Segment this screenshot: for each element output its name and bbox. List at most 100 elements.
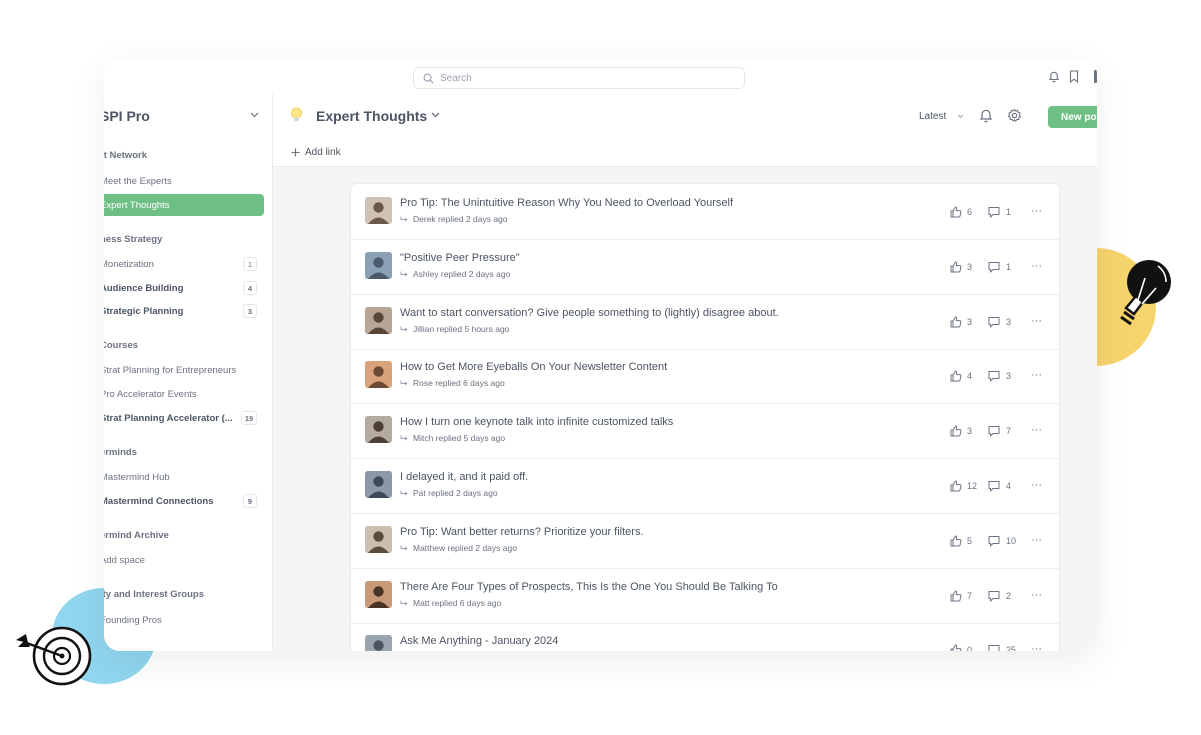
bell-icon[interactable] (979, 108, 993, 123)
sidebar-section-title[interactable]: ermind Archive (104, 530, 169, 541)
sidebar-section-title[interactable]: Courses (104, 340, 138, 351)
sidebar-item-founding-pros[interactable]: Founding Pros (104, 609, 263, 631)
comment-button[interactable]: 7 (988, 425, 1011, 437)
post-row[interactable]: There Are Four Types of Prospects, This … (351, 568, 1059, 624)
sidebar-item-monetization[interactable]: Monetization 1 (104, 253, 263, 275)
comment-count: 4 (1006, 481, 1012, 491)
avatar[interactable] (365, 361, 392, 389)
avatar[interactable] (365, 306, 392, 334)
like-button[interactable]: 3 (950, 425, 972, 437)
post-row[interactable]: How to Get More Eyeballs On Your Newslet… (351, 348, 1059, 405)
more-options-icon[interactable]: ··· (1031, 589, 1042, 601)
post-row[interactable]: Pro Tip: Want better returns? Prioritize… (351, 513, 1059, 569)
sidebar-item-mastermind-connections[interactable]: Mastermind Connections 9 (104, 490, 263, 512)
sidebar-item-audience-building[interactable]: Audience Building 4 (104, 277, 263, 299)
post-title[interactable]: "Positive Peer Pressure" (400, 252, 520, 264)
sidebar-section-title[interactable]: ness Strategy (104, 234, 162, 245)
thumbs-up-icon (950, 316, 962, 328)
post-reply-meta: Matt replied 6 days ago (400, 598, 501, 608)
search-input[interactable]: Search (413, 67, 745, 89)
more-options-icon[interactable]: ··· (1031, 205, 1042, 217)
comment-button[interactable]: 3 (988, 316, 1011, 328)
post-reply-meta: Matthew replied 2 days ago (400, 543, 517, 553)
bookmark-icon[interactable] (1069, 70, 1079, 83)
comment-icon (988, 207, 1000, 218)
chevron-down-icon[interactable] (957, 114, 964, 119)
more-options-icon[interactable]: ··· (1031, 643, 1042, 651)
chevron-down-icon[interactable] (431, 112, 440, 118)
avatar[interactable] (365, 635, 392, 651)
new-post-button[interactable]: New po (1048, 106, 1097, 128)
comment-button[interactable]: 10 (988, 535, 1016, 547)
like-button[interactable]: 3 (950, 316, 972, 328)
comment-icon (988, 426, 1000, 437)
sort-dropdown[interactable]: Latest (919, 111, 946, 122)
like-button[interactable]: 0 (950, 644, 972, 651)
sidebar-item-pro-accelerator-events[interactable]: Pro Accelerator Events (104, 383, 263, 405)
reply-icon (400, 271, 408, 277)
avatar[interactable] (365, 197, 392, 224)
post-row[interactable]: How I turn one keynote talk into infinit… (351, 403, 1059, 460)
more-options-icon[interactable]: ··· (1031, 369, 1042, 381)
post-row[interactable]: "Positive Peer Pressure" Ashley replied 2… (351, 239, 1059, 295)
post-title[interactable]: There Are Four Types of Prospects, This … (400, 581, 778, 593)
avatar[interactable] (365, 580, 392, 608)
post-title[interactable]: Ask Me Anything - January 2024 (400, 635, 558, 647)
comment-count: 1 (1006, 207, 1012, 217)
more-options-icon[interactable]: ··· (1031, 424, 1042, 436)
post-title[interactable]: Pro Tip: Want better returns? Prioritize… (400, 526, 644, 538)
chevron-down-icon[interactable] (250, 112, 259, 118)
post-row[interactable]: Want to start conversation? Give people … (351, 294, 1059, 350)
comment-count: 1 (1006, 261, 1012, 272)
sidebar-item-add-space[interactable]: Add space (104, 549, 263, 571)
like-button[interactable]: 7 (950, 590, 972, 602)
post-title[interactable]: Want to start conversation? Give people … (400, 307, 779, 319)
sidebar-item-mastermind-hub[interactable]: Mastermind Hub (104, 466, 263, 488)
post-row[interactable]: I delayed it, and it paid off. Pat replie… (351, 458, 1059, 514)
post-title[interactable]: How I turn one keynote talk into infinit… (400, 416, 673, 428)
unread-count-badge: 19 (241, 411, 257, 425)
comment-button[interactable]: 4 (988, 480, 1011, 492)
post-title[interactable]: How to Get More Eyeballs On Your Newslet… (400, 361, 667, 373)
post-title[interactable]: Pro Tip: The Unintuitive Reason Why You … (400, 197, 733, 209)
comment-button[interactable]: 1 (988, 206, 1011, 218)
more-options-icon[interactable]: ··· (1031, 260, 1042, 272)
comment-count: 2 (1006, 590, 1012, 601)
more-options-icon[interactable]: ··· (1031, 534, 1042, 546)
comment-button[interactable]: 2 (988, 590, 1011, 602)
comment-button[interactable]: 1 (988, 261, 1011, 273)
post-title[interactable]: I delayed it, and it paid off. (400, 471, 528, 483)
comment-icon (988, 371, 1000, 382)
post-row[interactable]: Pro Tip: The Unintuitive Reason Why You … (351, 184, 1059, 240)
thumbs-up-icon (950, 480, 962, 492)
more-options-icon[interactable]: ··· (1031, 315, 1042, 327)
like-button[interactable]: 12 (950, 480, 977, 492)
post-row[interactable]: Ask Me Anything - January 2024 0 25 ··· (351, 622, 1059, 651)
sidebar-item-strat-planning-entrepreneurs[interactable]: Strat Planning for Entrepreneurs (104, 359, 263, 381)
sidebar-item-strat-planning-accelerator[interactable]: Strat Planning Accelerator (... 19 (104, 407, 263, 429)
sidebar-section-title[interactable]: ity and Interest Groups (104, 589, 204, 600)
notifications-bell-icon[interactable] (1048, 70, 1060, 83)
space-title[interactable]: Expert Thoughts (316, 108, 427, 124)
avatar[interactable] (365, 471, 392, 498)
avatar[interactable] (365, 416, 392, 444)
sidebar-item-meet-the-experts[interactable]: Meet the Experts (104, 170, 263, 192)
sidebar-section-title[interactable]: rt Network (104, 150, 147, 161)
avatar[interactable] (365, 251, 392, 279)
community-name[interactable]: SPI Pro (104, 108, 150, 124)
sidebar-item-strategic-planning[interactable]: Strategic Planning 3 (104, 300, 263, 322)
add-link-button[interactable]: Add link (291, 147, 341, 158)
like-button[interactable]: 5 (950, 535, 972, 547)
like-button[interactable]: 6 (950, 206, 972, 218)
reply-icon (400, 216, 408, 222)
avatar[interactable] (365, 525, 392, 553)
sidebar-item-expert-thoughts[interactable]: Expert Thoughts (104, 194, 264, 216)
like-button[interactable]: 3 (950, 261, 972, 273)
comment-button[interactable]: 3 (988, 370, 1011, 382)
gear-icon[interactable] (1007, 108, 1022, 123)
like-button[interactable]: 4 (950, 370, 972, 382)
comment-button[interactable]: 25 (988, 644, 1016, 651)
avatar-edge[interactable] (1094, 70, 1097, 83)
sidebar-section-title[interactable]: erminds (104, 447, 137, 458)
more-options-icon[interactable]: ··· (1031, 479, 1042, 491)
